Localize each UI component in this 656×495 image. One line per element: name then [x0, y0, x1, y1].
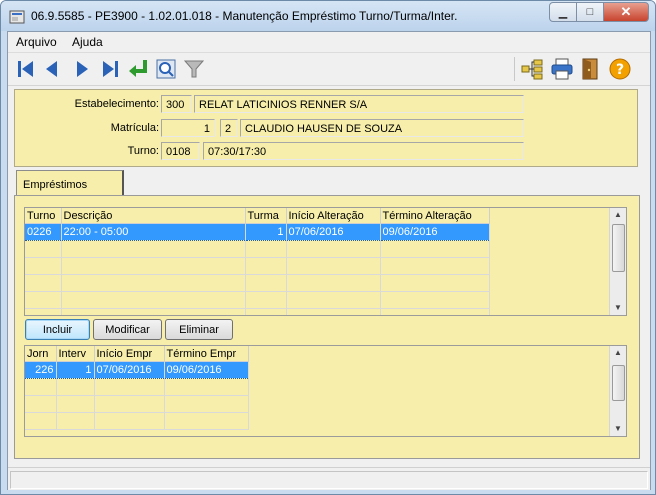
turno-hours-field[interactable]: 07:30/17:30: [203, 142, 524, 160]
grid2-header-row: Jorn Interv Início Empr Término Empr: [25, 346, 249, 362]
menu-bar: Arquivo Ajuda: [8, 32, 650, 53]
tab-emprestimos[interactable]: Empréstimos: [16, 170, 124, 196]
grid1-scrollbar[interactable]: ▲ ▼: [609, 208, 626, 315]
return-icon[interactable]: [126, 57, 150, 81]
estabelecimento-name-field[interactable]: RELAT LATICINIOS RENNER S/A: [194, 95, 524, 113]
menu-ajuda[interactable]: Ajuda: [72, 35, 103, 49]
cell-descricao: 22:00 - 05:00: [61, 223, 246, 241]
toolbar: ?: [8, 53, 650, 86]
estabelecimento-code-field[interactable]: 300: [161, 95, 192, 113]
maximize-icon: □: [586, 6, 594, 18]
app-icon: [9, 10, 25, 24]
search-icon[interactable]: [154, 57, 178, 81]
scroll-down-icon[interactable]: ▼: [610, 301, 626, 315]
empty-row[interactable]: [25, 274, 490, 292]
client-area: Arquivo Ajuda ? Estabelecimento: 300 REL…: [7, 31, 651, 490]
turno-alteracao-grid[interactable]: Turno Descrição Turma Início Alteração T…: [24, 207, 627, 316]
filter-icon[interactable]: [182, 57, 206, 81]
grid1-header-row: Turno Descrição Turma Início Alteração T…: [25, 208, 490, 224]
empty-row[interactable]: [25, 257, 490, 275]
cell-inicio-empr: 07/06/2016: [94, 361, 165, 379]
maximize-button[interactable]: □: [576, 2, 604, 22]
col-inicio-alteracao[interactable]: Início Alteração: [286, 208, 381, 224]
cell-turno: 0226: [25, 223, 62, 241]
title-bar[interactable]: 06.9.5585 - PE3900 - 1.02.01.018 - Manut…: [1, 1, 655, 31]
cell-turma: 1: [245, 223, 287, 241]
menu-arquivo[interactable]: Arquivo: [16, 35, 57, 49]
modificar-button[interactable]: Modificar: [93, 319, 162, 340]
help-icon[interactable]: ?: [608, 57, 632, 81]
col-termino-alteracao[interactable]: Término Alteração: [380, 208, 490, 224]
col-termino-empr[interactable]: Término Empr: [164, 346, 249, 362]
emprestimo-table: Jorn Interv Início Empr Término Empr 226…: [25, 346, 249, 430]
col-inicio-empr[interactable]: Início Empr: [94, 346, 165, 362]
svg-text:?: ?: [616, 62, 624, 78]
cell-interv: 1: [56, 361, 95, 379]
turno-code-field[interactable]: 0108: [161, 142, 200, 160]
tab-container: Empréstimos Turno Descrição Turma Início…: [14, 170, 640, 460]
window-title: 06.9.5585 - PE3900 - 1.02.01.018 - Manut…: [31, 9, 458, 23]
hierarchy-icon[interactable]: [520, 57, 544, 81]
cell-inicio-alteracao: 07/06/2016: [286, 223, 381, 241]
cell-termino-empr: 09/06/2016: [164, 361, 249, 379]
cell-termino-alteracao: 09/06/2016: [380, 223, 490, 241]
status-bar: [8, 467, 650, 490]
print-icon[interactable]: [550, 57, 574, 81]
status-panel: [10, 471, 648, 489]
incluir-button[interactable]: Incluir: [25, 319, 90, 340]
scroll-down-icon[interactable]: ▼: [610, 422, 626, 436]
close-button[interactable]: ✕: [603, 2, 649, 22]
scroll-thumb[interactable]: [612, 224, 625, 272]
minimize-icon: ▁: [558, 6, 568, 19]
minimize-button[interactable]: ▁: [549, 2, 577, 22]
empty-row[interactable]: [25, 412, 249, 430]
empty-row[interactable]: [25, 395, 249, 413]
first-record-icon[interactable]: [14, 57, 38, 81]
exit-icon[interactable]: [578, 57, 602, 81]
employee-name-field[interactable]: CLAUDIO HAUSEN DE SOUZA: [240, 119, 524, 137]
empty-row[interactable]: [25, 240, 490, 258]
cell-jorn: 226: [25, 361, 57, 379]
table-row[interactable]: 226 1 07/06/2016 09/06/2016: [25, 361, 249, 379]
header-panel: Estabelecimento: 300 RELAT LATICINIOS RE…: [14, 89, 638, 167]
emprestimo-grid[interactable]: Jorn Interv Início Empr Término Empr 226…: [24, 345, 627, 437]
col-turma[interactable]: Turma: [245, 208, 287, 224]
empty-row[interactable]: [25, 291, 490, 309]
turno-alteracao-table: Turno Descrição Turma Início Alteração T…: [25, 208, 490, 315]
col-descricao[interactable]: Descrição: [61, 208, 246, 224]
grid2-scrollbar[interactable]: ▲ ▼: [609, 346, 626, 436]
scroll-up-icon[interactable]: ▲: [610, 346, 626, 360]
last-record-icon[interactable]: [98, 57, 122, 81]
empty-row[interactable]: [25, 378, 249, 396]
matricula-label: Matrícula:: [110, 122, 159, 134]
close-icon: ✕: [620, 4, 632, 19]
window-controls: ▁ □ ✕: [549, 2, 649, 22]
table-row[interactable]: 0226 22:00 - 05:00 1 07/06/2016 09/06/20…: [25, 223, 490, 241]
scroll-up-icon[interactable]: ▲: [610, 208, 626, 222]
turno-label: Turno:: [127, 145, 159, 157]
next-record-icon[interactable]: [70, 57, 94, 81]
scroll-thumb[interactable]: [612, 365, 625, 401]
application-window: 06.9.5585 - PE3900 - 1.02.01.018 - Manut…: [0, 0, 656, 495]
matricula-digit-field[interactable]: 2: [220, 119, 238, 137]
col-turno[interactable]: Turno: [25, 208, 62, 224]
previous-record-icon[interactable]: [40, 57, 64, 81]
empty-row[interactable]: [25, 308, 490, 315]
col-interv[interactable]: Interv: [56, 346, 95, 362]
matricula-number-field[interactable]: 1: [161, 119, 215, 137]
tab-panel-emprestimos: Turno Descrição Turma Início Alteração T…: [14, 195, 640, 459]
eliminar-button[interactable]: Eliminar: [165, 319, 233, 340]
toolbar-separator: [514, 57, 515, 81]
estabelecimento-label: Estabelecimento:: [74, 98, 159, 110]
col-jorn[interactable]: Jorn: [25, 346, 57, 362]
